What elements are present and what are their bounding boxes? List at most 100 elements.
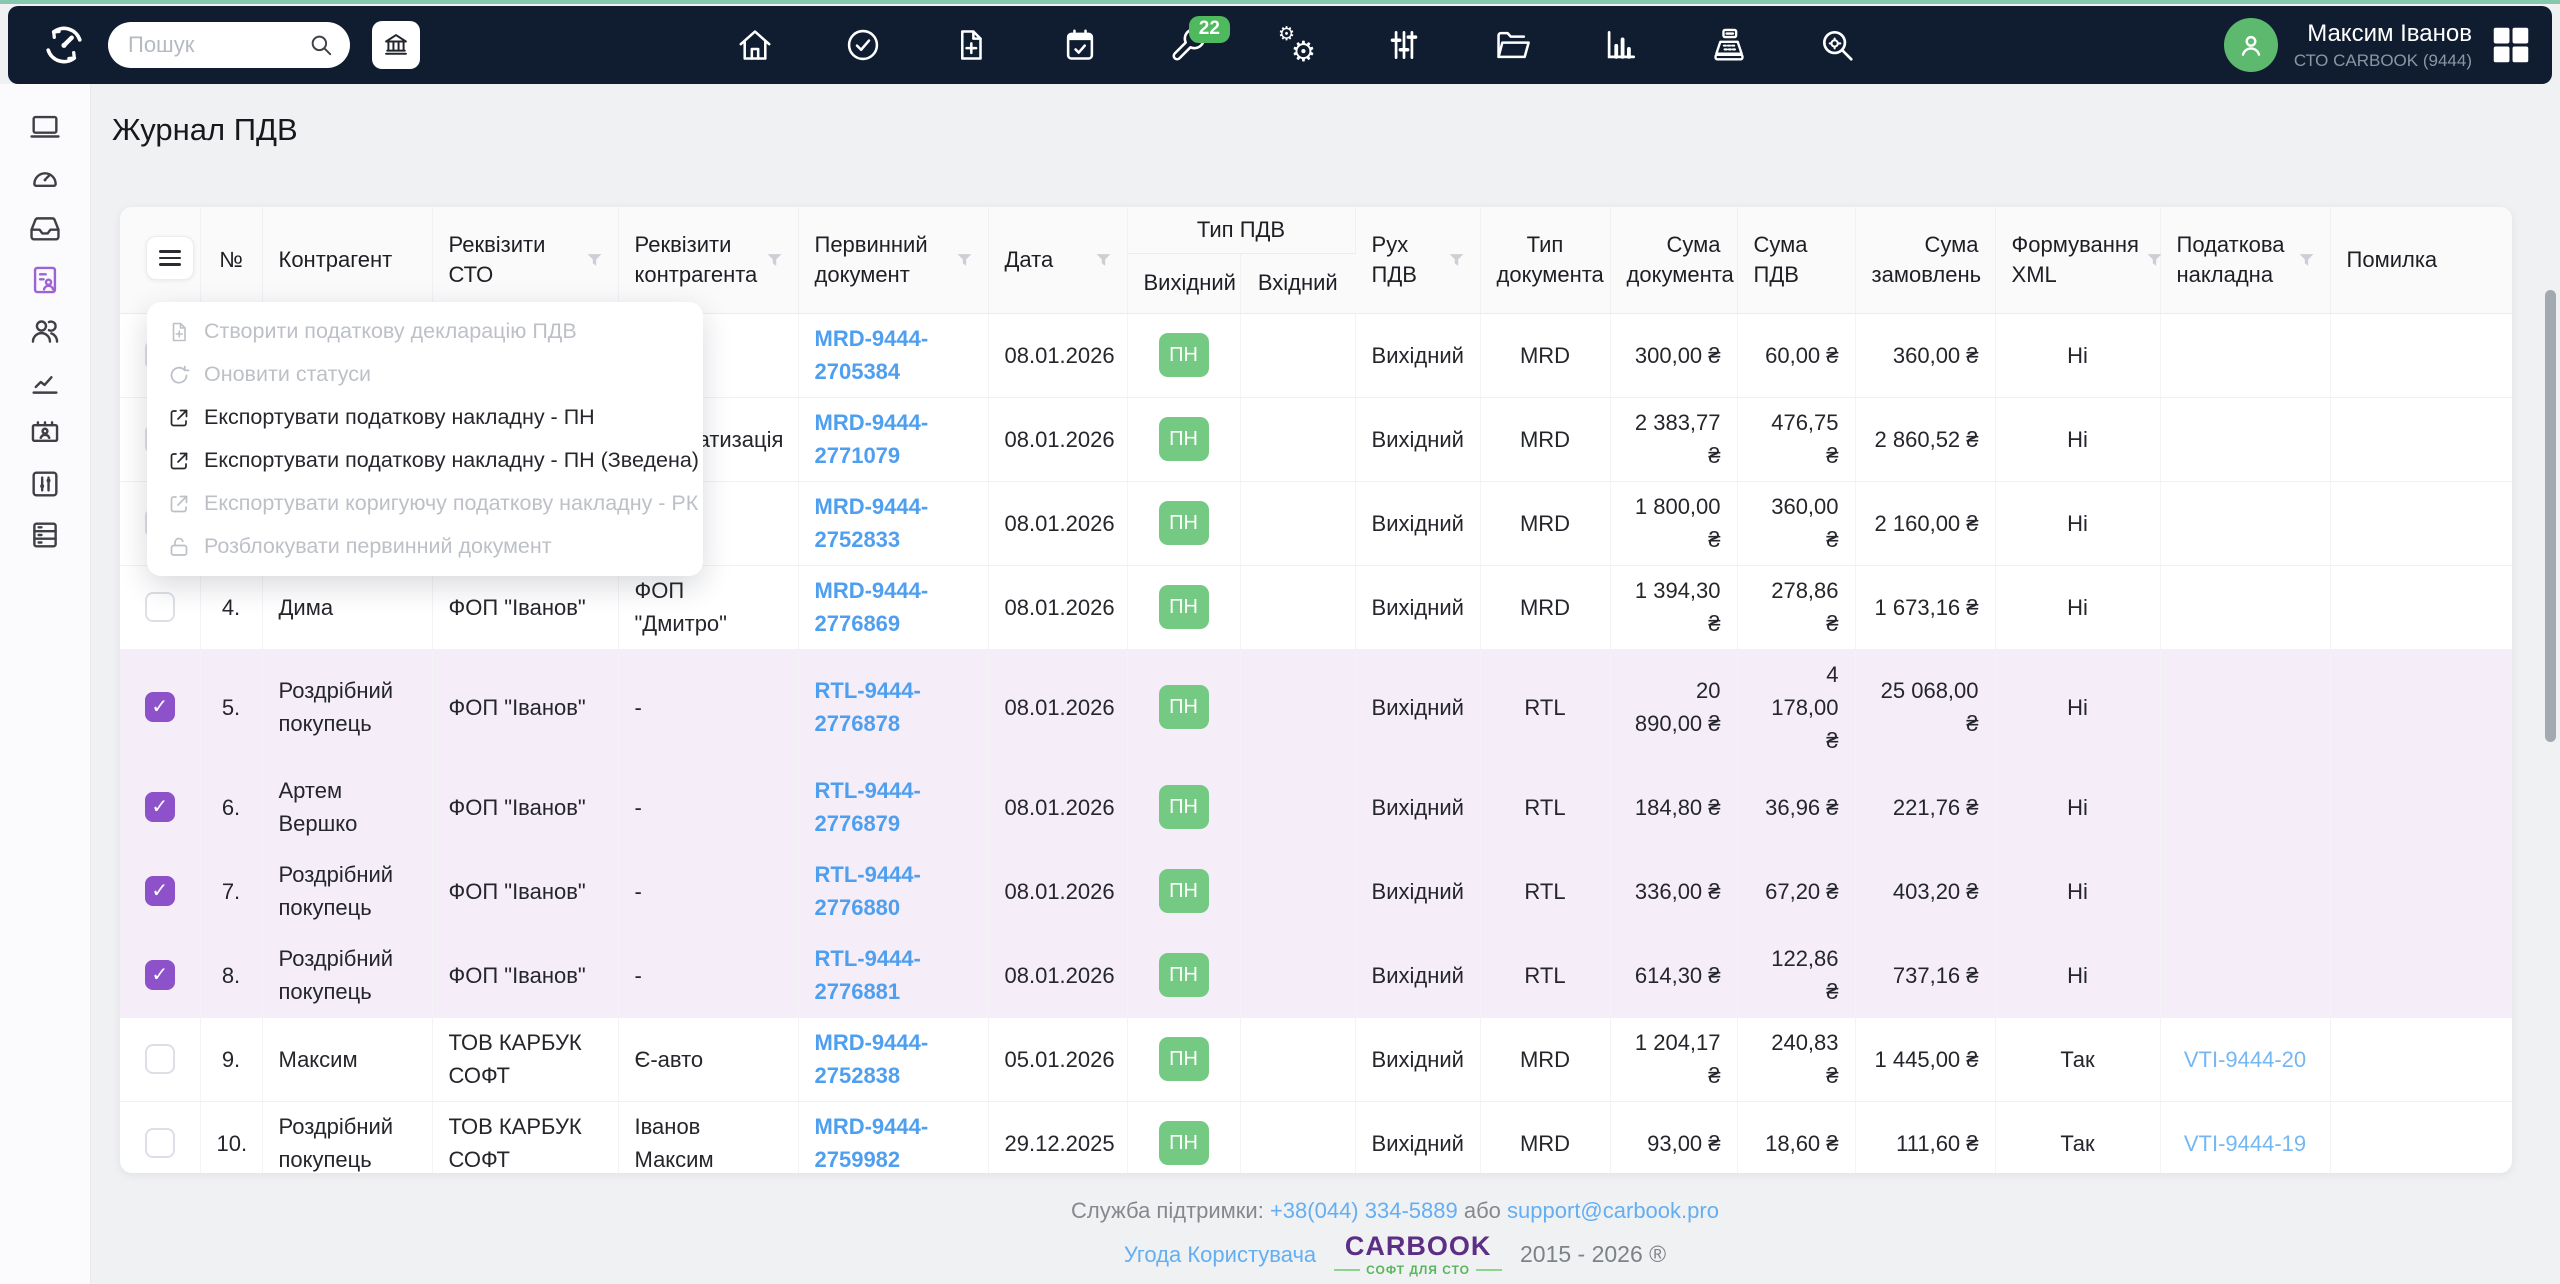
cell-doc-type: MRD [1480, 313, 1611, 398]
row-checkbox[interactable] [144, 876, 175, 907]
primary-document-link[interactable]: RTL-9444- 2776879 [815, 774, 972, 840]
users-icon[interactable] [28, 314, 62, 348]
line-chart-icon[interactable] [28, 365, 62, 399]
search-settings-icon[interactable] [1818, 26, 1856, 64]
cell-date: 29.12.2025 [988, 1101, 1128, 1173]
header-sum-orders: Сума замовлень [1855, 207, 1996, 314]
primary-document-link[interactable]: RTL-9444- 2776878 [815, 674, 972, 740]
search-input[interactable] [128, 32, 308, 58]
window-top-strip [0, 0, 2560, 4]
document-add-icon[interactable] [952, 26, 990, 64]
cell-error [2330, 1017, 2512, 1102]
header-sto: Реквізити СТО [432, 207, 619, 314]
client-document-icon[interactable] [28, 263, 62, 297]
left-sidebar [0, 84, 91, 1284]
primary-document-link[interactable]: MRD-9444- 2752833 [815, 490, 972, 556]
tax-invoice-link[interactable]: VTI-9444-19 [2184, 1131, 2306, 1156]
control-panel-icon[interactable] [28, 467, 62, 501]
cell-pdv-out: ПН [1127, 1101, 1241, 1173]
cell-xml: Так [1995, 1017, 2161, 1102]
laptop-icon[interactable] [28, 110, 62, 144]
cell-date: 08.01.2026 [988, 481, 1128, 566]
bank-button[interactable] [372, 21, 420, 69]
cell-sto: ФОП "Іванов" [432, 765, 619, 850]
vertical-scrollbar-thumb[interactable] [2545, 290, 2556, 742]
tax-invoice-link[interactable]: VTI-9444-20 [2184, 1047, 2306, 1072]
table-row: 4. Дима ФОП "Іванов" ФОП "Дмитро" MRD-94… [120, 565, 2512, 650]
primary-document-link[interactable]: MRD-9444- 2705384 [815, 322, 972, 388]
row-checkbox[interactable] [144, 1044, 175, 1075]
cash-register-icon[interactable] [1710, 26, 1748, 64]
terms-link[interactable]: Угода Користувача [1124, 1242, 1316, 1268]
apps-grid-icon[interactable] [2488, 22, 2534, 68]
menu-item[interactable]: Експортувати податкову накладну - ПН [147, 396, 703, 439]
user-organization: СТО CARBOOK (9444) [2293, 50, 2472, 70]
gauge-icon[interactable] [28, 161, 62, 195]
primary-document-link[interactable]: RTL-9444- 2776880 [815, 858, 972, 924]
cell-doc-type: RTL [1480, 849, 1611, 934]
pdv-out-badge: ПН [1158, 1037, 1209, 1082]
row-checkbox[interactable] [144, 960, 175, 991]
menu-item[interactable]: Оновити статуси [147, 353, 703, 396]
sliders-icon[interactable] [1385, 26, 1423, 64]
carbook-logo-icon[interactable] [42, 23, 86, 67]
header-pdv-in: Вхідний [1240, 253, 1356, 314]
header-doc-type: Тип документа [1480, 207, 1611, 314]
cell-doc-type: MRD [1480, 565, 1611, 650]
filter-icon[interactable] [2147, 253, 2162, 267]
menu-item[interactable]: Розблокувати первинний документ [147, 525, 703, 568]
pdv-out-badge: ПН [1158, 869, 1209, 914]
user-menu[interactable]: Максим Іванов СТО CARBOOK (9444) [2223, 6, 2534, 84]
filter-icon[interactable] [957, 253, 972, 267]
gears-icon[interactable]: ⚙ ⚙ [1277, 25, 1316, 66]
calendar-check-icon[interactable] [1061, 26, 1099, 64]
cell-error [2330, 1101, 2512, 1173]
cell-date: 08.01.2026 [988, 313, 1128, 398]
row-checkbox[interactable] [144, 1128, 175, 1159]
filter-icon[interactable] [1449, 253, 1464, 267]
server-icon[interactable] [28, 518, 62, 552]
inbox-icon[interactable] [28, 212, 62, 246]
support-email-link[interactable]: support@carbook.pro [1507, 1198, 1719, 1223]
search-icon[interactable] [308, 32, 334, 58]
user-name: Максим Іванов [2307, 19, 2472, 47]
cell-sum-orders: 1 673,16 ₴ [1855, 565, 1996, 650]
cell-contragent: Роздрібний покупець [262, 649, 433, 766]
billboard-icon[interactable] [28, 416, 62, 450]
filter-icon[interactable] [1096, 253, 1111, 267]
primary-document-link[interactable]: MRD-9444- 2776869 [815, 574, 972, 640]
cell-pdv-out: ПН [1127, 765, 1241, 850]
row-checkbox[interactable] [144, 692, 175, 723]
primary-document-link[interactable]: MRD-9444- 2771079 [815, 406, 972, 472]
table-actions-button[interactable] [146, 236, 194, 280]
filter-icon[interactable] [2299, 253, 2314, 267]
support-phone-link[interactable]: +38(044) 334-5889 [1270, 1198, 1458, 1223]
primary-document-link[interactable]: RTL-9444- 2776881 [815, 942, 972, 1008]
header-xml: Формування XML [1995, 207, 2162, 314]
cell-doc-type: RTL [1480, 933, 1611, 1018]
header-pdv-out: Вихідний [1127, 253, 1241, 314]
home-icon[interactable] [736, 26, 774, 64]
folder-icon[interactable] [1493, 26, 1531, 64]
cell-sum-orders: 25 068,00 ₴ [1855, 649, 1996, 766]
pdv-out-badge: ПН [1158, 501, 1209, 546]
primary-document-link[interactable]: MRD-9444- 2752838 [815, 1026, 972, 1092]
row-checkbox[interactable] [144, 592, 175, 623]
wrench-icon[interactable]: 22 [1169, 16, 1230, 64]
menu-item[interactable]: Експортувати коригуючу податкову накладн… [147, 482, 703, 525]
cell-sum-pdv: 240,83 ₴ [1737, 1017, 1856, 1102]
cell-sum-doc: 1 204,17 ₴ [1610, 1017, 1738, 1102]
filter-icon[interactable] [587, 253, 602, 267]
bar-chart-icon[interactable] [1602, 26, 1640, 64]
primary-document-link[interactable]: MRD-9444- 2759982 [815, 1110, 972, 1173]
menu-item[interactable]: Створити податкову декларацію ПДВ [147, 310, 703, 353]
filter-icon[interactable] [767, 253, 782, 267]
cell-pdv-in [1240, 933, 1356, 1018]
pdv-out-badge: ПН [1158, 585, 1209, 630]
menu-item[interactable]: Експортувати податкову накладну - ПН (Зв… [147, 439, 703, 482]
cell-sum-doc: 336,00 ₴ [1610, 849, 1738, 934]
row-checkbox[interactable] [144, 792, 175, 823]
check-circle-icon[interactable] [844, 26, 882, 64]
cell-sum-orders: 2 860,52 ₴ [1855, 397, 1996, 482]
table-row: 8. Роздрібний покупець ФОП "Іванов" - RT… [120, 933, 2512, 1018]
